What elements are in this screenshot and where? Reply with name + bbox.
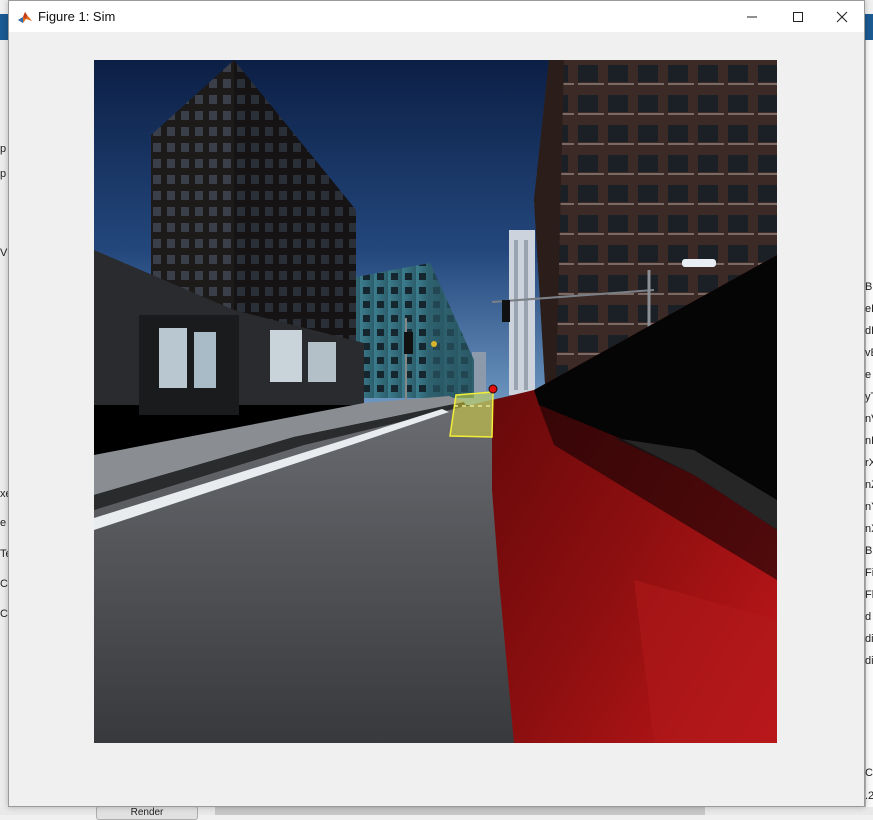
close-button[interactable] (819, 1, 865, 32)
background-right-text: nV (865, 413, 873, 425)
background-right-text: yT (865, 391, 873, 403)
background-right-panel (865, 40, 873, 815)
background-right-text: CN (865, 767, 873, 779)
background-right-text: nY (865, 501, 873, 513)
background-right-text: d (865, 611, 872, 623)
window-title: Figure 1: Sim (38, 9, 116, 24)
target-point-marker (488, 384, 498, 394)
background-left-text: Te (0, 548, 8, 560)
background-right-text: Fi (865, 567, 873, 579)
background-left-text: xe (0, 488, 8, 500)
background-right-text: di (865, 633, 873, 645)
background-right-text: nX (865, 523, 873, 535)
background-left-text: V (0, 247, 8, 259)
close-icon (836, 11, 848, 22)
background-right-text: Br (865, 545, 873, 557)
background-right-text: nZ (865, 479, 873, 491)
background-bottom-bar (215, 807, 705, 815)
background-right-text: Fl (865, 589, 873, 601)
background-right-text: nH (865, 435, 873, 447)
background-right-text: e (865, 369, 872, 381)
title-bar[interactable]: Figure 1: Sim (9, 1, 864, 32)
matlab-icon (17, 9, 33, 25)
background-left-text: p (0, 168, 7, 180)
background-right-text: .2 (865, 790, 873, 802)
background-right-text: di (865, 655, 873, 667)
background-left-text: p (0, 143, 7, 155)
city-street-scene (94, 60, 777, 743)
background-left-text: Ca (0, 608, 8, 620)
background-right-text: Bu (865, 281, 873, 293)
background-right-text: rX (865, 457, 873, 469)
figure-window: Figure 1: Sim (8, 0, 865, 807)
background-render-button[interactable]: Render (96, 806, 198, 820)
maximize-icon (793, 11, 803, 22)
background-left-text: e (0, 517, 7, 529)
minimize-button[interactable] (729, 1, 775, 32)
maximize-button[interactable] (775, 1, 821, 32)
background-right-text: vE (865, 347, 873, 359)
background-right-text: dE (865, 325, 873, 337)
background-left-text: Ca (0, 578, 8, 590)
lane-marker-polygon (449, 391, 494, 438)
minimize-icon (747, 16, 757, 17)
simulation-axes[interactable] (94, 60, 777, 743)
background-right-text: eE (865, 303, 873, 315)
